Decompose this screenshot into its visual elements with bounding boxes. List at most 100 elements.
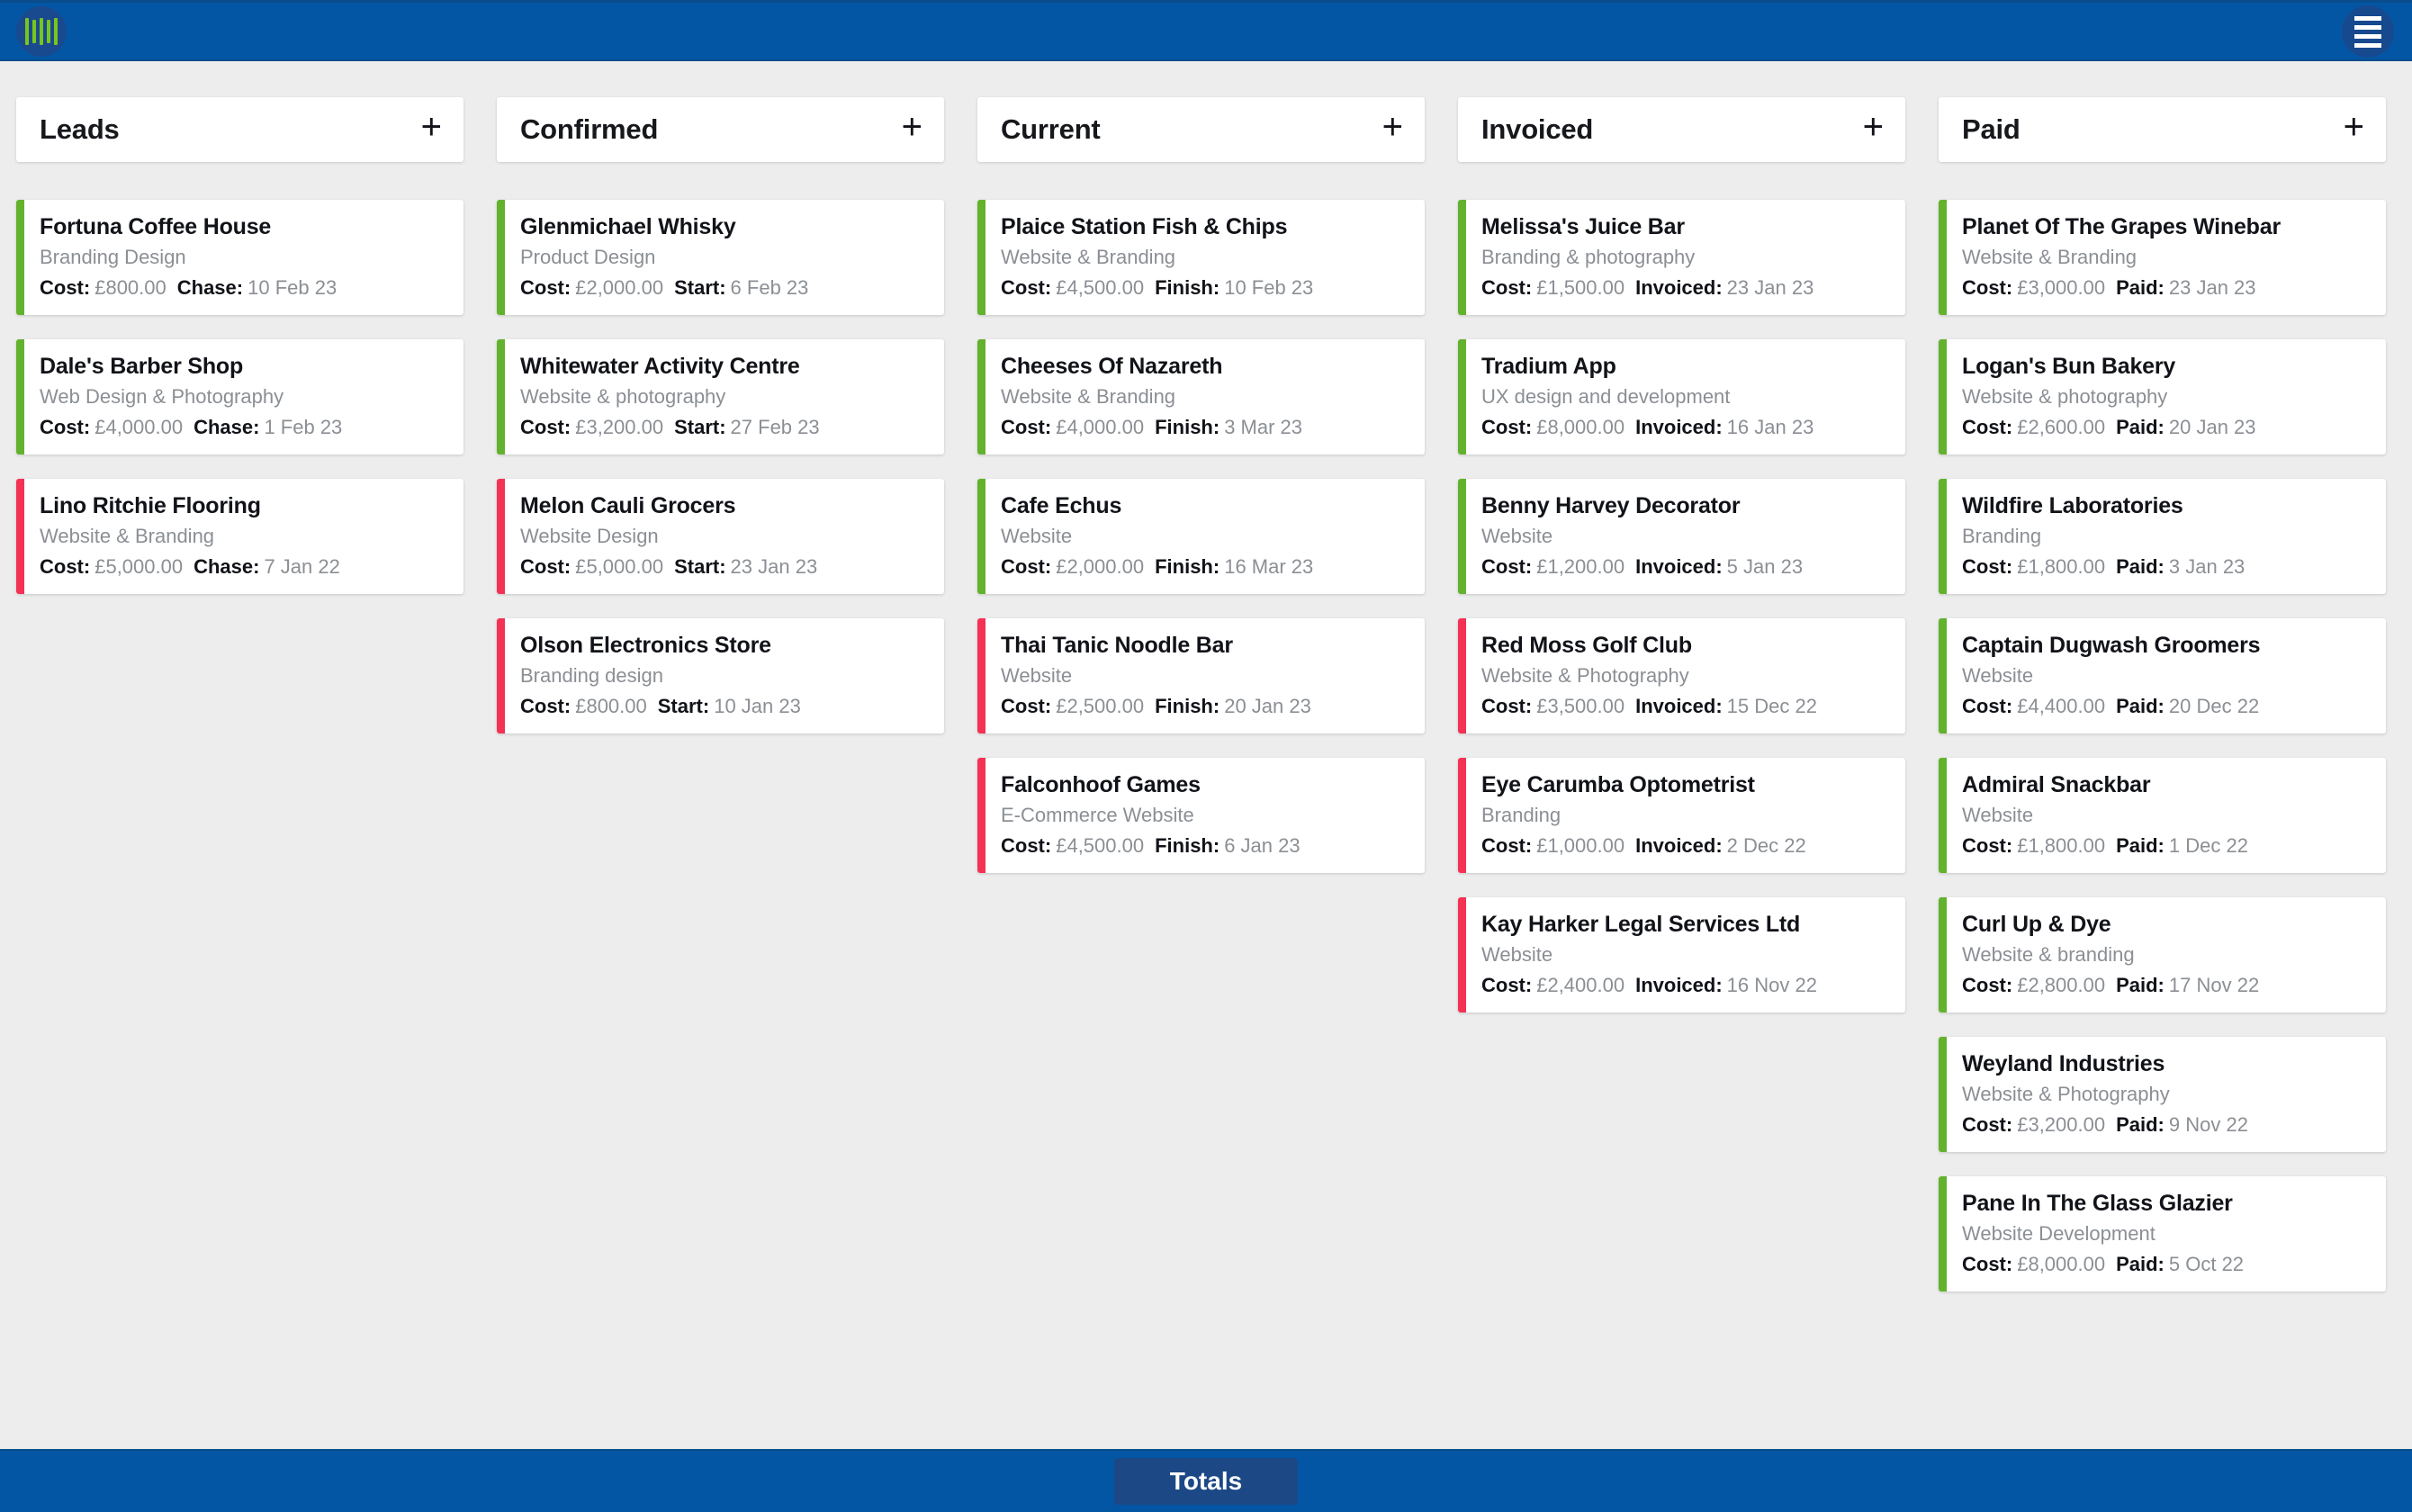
job-card-title: Curl Up & Dye (1962, 912, 2111, 937)
logo-bar-3 (40, 18, 43, 45)
job-card-date: Invoiced: 23 Jan 23 (1635, 276, 1814, 300)
job-card[interactable]: Eye Carumba Optometrist Branding Cost: £1,0… (1458, 758, 1905, 873)
add-card-icon[interactable]: + (1382, 109, 1403, 150)
date-label: Invoiced: (1635, 834, 1723, 857)
job-card-title: Olson Electronics Store (520, 633, 771, 658)
date-value: 5 Oct 22 (2168, 1253, 2245, 1275)
job-card[interactable]: Lino Ritchie Flooring Website & Branding C… (16, 479, 464, 594)
job-card-title: Glenmichael Whisky (520, 214, 736, 239)
job-card-meta: Cost: £800.00 Start: 10 Jan 23 (520, 695, 926, 718)
add-card-icon[interactable]: + (902, 109, 922, 150)
job-card-title: Whitewater Activity Centre (520, 354, 800, 379)
job-card-service: Website & Branding (40, 525, 215, 547)
cost-label: Cost: (1962, 555, 2013, 578)
date-value: 17 Nov 22 (2168, 974, 2260, 996)
date-label: Start: (674, 276, 726, 299)
totals-button[interactable]: Totals (1113, 1458, 1299, 1505)
date-label: Start: (657, 695, 710, 717)
add-card-icon[interactable]: + (421, 109, 442, 150)
job-card[interactable]: Planet Of The Grapes Winebar Website & Br… (1939, 200, 2386, 315)
job-card-cost: Cost: £1,800.00 (1962, 555, 2105, 579)
date-label: Chase: (176, 276, 244, 299)
job-card-cost: Cost: £2,000.00 (1001, 555, 1144, 579)
cost-value: £4,000.00 (94, 416, 184, 438)
date-label: Paid: (2116, 1253, 2164, 1275)
job-card-title: Lino Ritchie Flooring (40, 493, 261, 518)
job-card[interactable]: Melissa's Juice Bar Branding & photograph… (1458, 200, 1905, 315)
job-card[interactable]: Weyland Industries Website & Photography C… (1939, 1037, 2386, 1152)
date-value: 16 Jan 23 (1726, 416, 1814, 438)
job-card-service: Website & Branding (1001, 246, 1176, 268)
column-title: Invoiced (1481, 113, 1594, 145)
date-label: Finish: (1155, 555, 1220, 578)
column-card-list: Plaice Station Fish & Chips Website & Bra… (977, 200, 1425, 873)
job-card-cost: Cost: £4,000.00 (1001, 416, 1144, 439)
job-card[interactable]: Fortuna Coffee House Branding Design Cost:… (16, 200, 464, 315)
job-card[interactable]: Falconhoof Games E-Commerce Website Cost: £… (977, 758, 1425, 873)
cost-value: £3,500.00 (1536, 695, 1625, 717)
cost-value: £1,200.00 (1536, 555, 1625, 578)
job-card-cost: Cost: £3,000.00 (1962, 276, 2105, 300)
date-label: Paid: (2116, 416, 2164, 438)
cost-value: £800.00 (94, 276, 166, 299)
kanban-board: Leads + Fortuna Coffee House Branding Desig… (0, 61, 2412, 1449)
job-card-service: Branding Design (40, 246, 186, 268)
job-card[interactable]: Cheeses Of Nazareth Website & Branding Cos… (977, 339, 1425, 454)
job-card[interactable]: Glenmichael Whisky Product Design Cost: £2,… (497, 200, 944, 315)
job-card[interactable]: Plaice Station Fish & Chips Website & Bra… (977, 200, 1425, 315)
job-card[interactable]: Captain Dugwash Groomers Website Cost: £4,4… (1939, 618, 2386, 734)
add-card-icon[interactable]: + (1863, 109, 1884, 150)
job-card-meta: Cost: £3,500.00 Invoiced: 15 Dec 22 (1481, 695, 1887, 718)
job-card-date: Paid: 1 Dec 22 (2116, 834, 2248, 858)
job-card-cost: Cost: £800.00 (520, 695, 647, 718)
job-card[interactable]: Benny Harvey Decorator Website Cost: £1,200… (1458, 479, 1905, 594)
cost-label: Cost: (520, 416, 572, 438)
job-card[interactable]: Olson Electronics Store Branding design Co… (497, 618, 944, 734)
cost-label: Cost: (1481, 974, 1533, 996)
job-card-cost: Cost: £2,600.00 (1962, 416, 2105, 439)
job-card-cost: Cost: £4,500.00 (1001, 276, 1144, 300)
job-card[interactable]: Admiral Snackbar Website Cost: £1,800.00 Pai… (1939, 758, 2386, 873)
job-card-date: Finish: 6 Jan 23 (1155, 834, 1300, 858)
column-header: Confirmed + (497, 97, 944, 162)
job-card[interactable]: Logan's Bun Bakery Website & photography C… (1939, 339, 2386, 454)
job-card[interactable]: Wildfire Laboratories Branding Cost: £1,800… (1939, 479, 2386, 594)
job-card-meta: Cost: £3,200.00 Start: 27 Feb 23 (520, 416, 926, 439)
cost-label: Cost: (1001, 416, 1052, 438)
job-card[interactable]: Melon Cauli Grocers Website Design Cost: £5… (497, 479, 944, 594)
cost-value: £3,000.00 (2017, 276, 2106, 299)
job-card[interactable]: Curl Up & Dye Website & branding Cost: £2,8… (1939, 897, 2386, 1012)
job-card-service: Branding & photography (1481, 246, 1696, 268)
date-value: 20 Jan 23 (2168, 416, 2256, 438)
job-card-cost: Cost: £4,400.00 (1962, 695, 2105, 718)
hamburger-menu-icon[interactable] (2342, 5, 2394, 58)
cost-label: Cost: (1001, 695, 1052, 717)
job-card[interactable]: Whitewater Activity Centre Website & phot… (497, 339, 944, 454)
job-card[interactable]: Cafe Echus Website Cost: £2,000.00 Finish: 16… (977, 479, 1425, 594)
cost-value: £800.00 (575, 695, 647, 717)
job-card-title: Kay Harker Legal Services Ltd (1481, 912, 1801, 937)
date-value: 16 Mar 23 (1224, 555, 1314, 578)
job-card[interactable]: Tradium App UX design and development Cost… (1458, 339, 1905, 454)
date-label: Invoiced: (1635, 695, 1723, 717)
job-card[interactable]: Kay Harker Legal Services Ltd Website Cost… (1458, 897, 1905, 1012)
column-header: Current + (977, 97, 1425, 162)
job-card-meta: Cost: £1,800.00 Paid: 1 Dec 22 (1962, 834, 2368, 858)
job-card[interactable]: Red Moss Golf Club Website & Photography C… (1458, 618, 1905, 734)
date-label: Finish: (1155, 276, 1220, 299)
job-card-date: Invoiced: 16 Jan 23 (1635, 416, 1814, 439)
job-card[interactable]: Thai Tanic Noodle Bar Website Cost: £2,500.… (977, 618, 1425, 734)
date-label: Paid: (2116, 555, 2164, 578)
job-card-service: Website & Branding (1962, 246, 2138, 268)
job-card-cost: Cost: £2,800.00 (1962, 974, 2105, 997)
job-card-title: Wildfire Laboratories (1962, 493, 2183, 518)
job-card[interactable]: Pane In The Glass Glazier Website Develop… (1939, 1176, 2386, 1292)
barcode-logo-icon[interactable] (16, 6, 67, 57)
job-card-service: Website (1001, 525, 1073, 547)
add-card-icon[interactable]: + (2344, 109, 2364, 150)
job-card-date: Start: 10 Jan 23 (658, 695, 801, 718)
job-card[interactable]: Dale's Barber Shop Web Design & Photograp… (16, 339, 464, 454)
job-card-service: Branding design (520, 664, 664, 687)
cost-value: £4,400.00 (2017, 695, 2106, 717)
menu-line-3 (2354, 33, 2381, 39)
